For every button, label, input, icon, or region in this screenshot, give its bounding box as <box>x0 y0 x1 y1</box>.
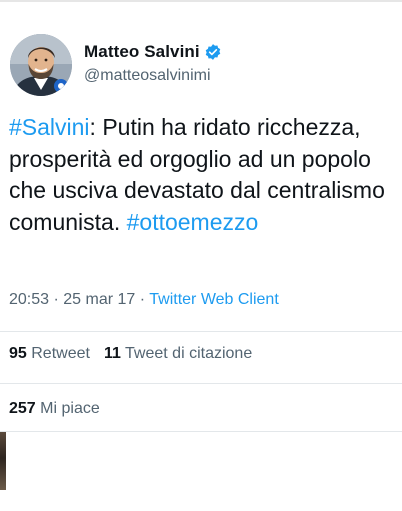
verified-badge-icon <box>204 43 222 61</box>
display-name[interactable]: Matteo Salvini <box>84 42 200 62</box>
likes-stats[interactable]: 257 Mi piace <box>9 400 100 418</box>
tweet-time[interactable]: 20:53 <box>9 291 49 308</box>
divider <box>0 331 402 332</box>
tweet-date[interactable]: 25 mar 17 <box>63 291 135 308</box>
hashtag-link[interactable]: #Salvini <box>9 114 90 140</box>
retweets-count: 95 <box>9 345 27 362</box>
quotes-count: 11 <box>103 345 121 362</box>
likes-label: Mi piace <box>40 400 100 417</box>
divider <box>0 383 402 384</box>
meta-separator: · <box>49 291 64 308</box>
retweets-stat[interactable]: 95 Retweet <box>9 345 90 362</box>
cropped-image-edge <box>0 432 6 490</box>
avatar[interactable] <box>10 34 72 96</box>
tweet-header: Matteo Salvini @matteosalvinimi <box>10 34 222 96</box>
name-row: Matteo Salvini <box>84 42 222 62</box>
meta-separator: · <box>135 291 150 308</box>
user-handle[interactable]: @matteosalvinimi <box>84 67 222 85</box>
top-border <box>0 0 402 2</box>
likes-count: 257 <box>9 400 36 417</box>
tweet-client-link[interactable]: Twitter Web Client <box>149 291 279 308</box>
tweet-meta: 20:53 · 25 mar 17 · Twitter Web Client <box>9 291 279 309</box>
quotes-stat[interactable]: 11 Tweet di citazione <box>104 345 252 362</box>
quotes-label: Tweet di citazione <box>125 345 253 362</box>
tweet-text: #Salvini: Putin ha ridato ricchezza, pro… <box>9 112 401 238</box>
retweet-stats: 95 Retweet 11 Tweet di citazione <box>9 345 252 363</box>
divider <box>0 431 402 432</box>
author-names: Matteo Salvini @matteosalvinimi <box>84 42 222 85</box>
hashtag-link[interactable]: #ottoemezzo <box>127 209 259 235</box>
retweets-label: Retweet <box>31 345 90 362</box>
